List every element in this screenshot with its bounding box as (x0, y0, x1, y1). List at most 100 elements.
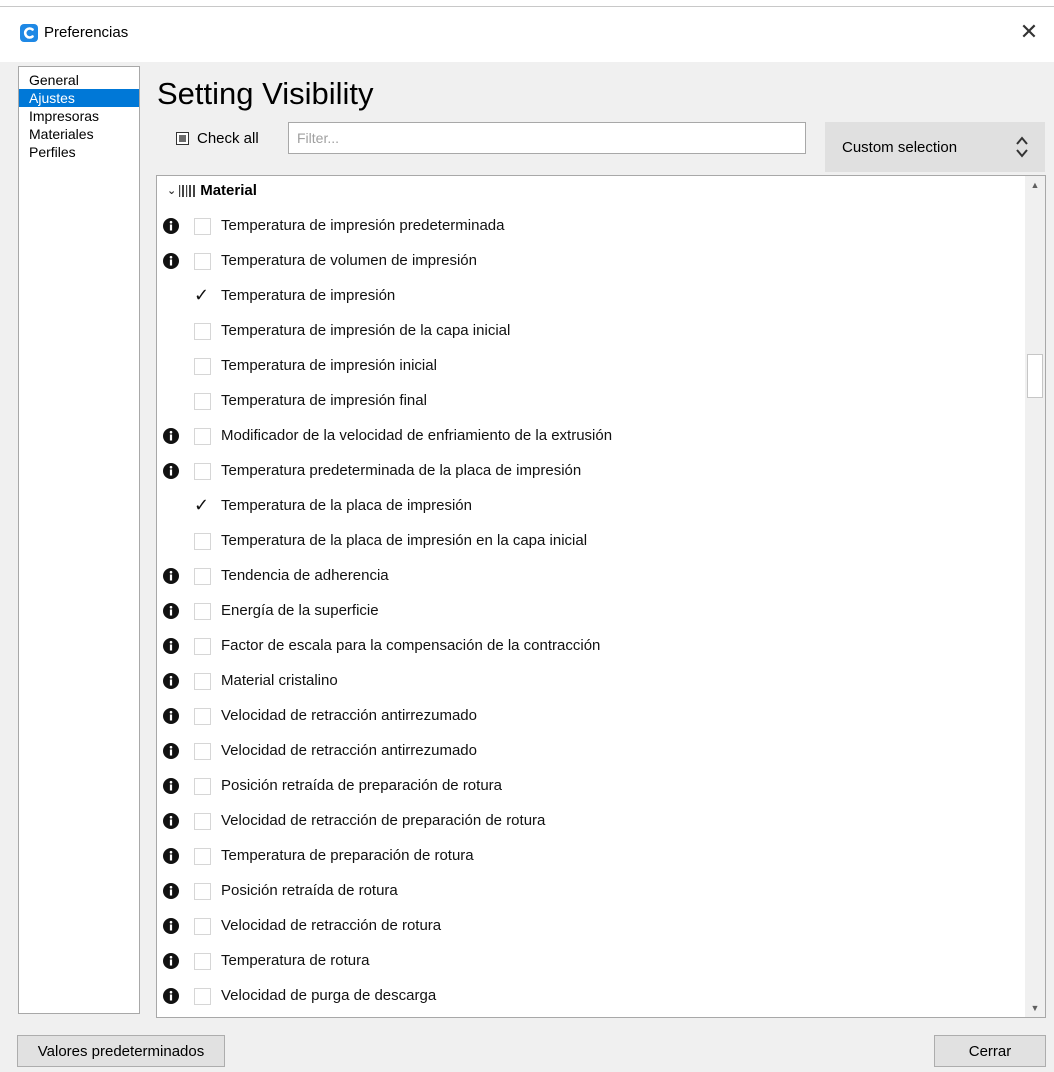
close-button[interactable]: Cerrar (934, 1035, 1046, 1067)
setting-label: Temperatura de preparación de rotura (221, 847, 474, 864)
sidebar-item-general[interactable]: General (19, 71, 139, 89)
sidebar-item-perfiles[interactable]: Perfiles (19, 143, 139, 161)
setting-row[interactable]: Temperatura de impresión final (157, 383, 1025, 418)
info-icon[interactable] (163, 848, 179, 864)
setting-visibility-checkbox[interactable] (194, 883, 211, 900)
setting-visibility-checkbox[interactable] (194, 603, 211, 620)
setting-visibility-checkbox[interactable] (194, 463, 211, 480)
info-icon[interactable] (163, 778, 179, 794)
info-icon[interactable] (163, 813, 179, 829)
setting-label: Temperatura de volumen de impresión (221, 252, 477, 269)
setting-label: Velocidad de retracción de preparación d… (221, 812, 546, 829)
setting-label: Factor de escala para la compensación de… (221, 637, 601, 654)
setting-visibility-checkbox[interactable] (194, 988, 211, 1005)
info-icon[interactable] (163, 638, 179, 654)
setting-label: Material cristalino (221, 672, 338, 689)
info-icon[interactable] (163, 883, 179, 899)
setting-visibility-checkbox[interactable] (194, 323, 211, 340)
setting-row[interactable]: Factor de escala para la compensación de… (157, 628, 1025, 663)
scroll-down-arrow-icon[interactable]: ▼ (1025, 999, 1045, 1017)
title-bar: Preferencias ✕ (0, 0, 1054, 62)
chevron-updown-icon (1016, 136, 1028, 158)
setting-row[interactable]: Velocidad de purga de descarga (157, 978, 1025, 1013)
setting-row[interactable]: Posición retraída de rotura (157, 873, 1025, 908)
info-icon[interactable] (163, 953, 179, 969)
info-icon[interactable] (163, 253, 179, 269)
setting-label: Temperatura de impresión inicial (221, 357, 437, 374)
setting-row[interactable]: Temperatura de rotura (157, 943, 1025, 978)
setting-visibility-checkbox[interactable] (194, 495, 211, 516)
setting-row[interactable]: Posición retraída de preparación de rotu… (157, 768, 1025, 803)
info-icon[interactable] (163, 603, 179, 619)
setting-row[interactable]: Material cristalino (157, 663, 1025, 698)
setting-row[interactable]: Temperatura de impresión predeterminada (157, 208, 1025, 243)
vertical-scrollbar[interactable]: ▲ ▼ (1025, 176, 1045, 1017)
setting-row[interactable]: Energía de la superficie (157, 593, 1025, 628)
info-icon[interactable] (163, 428, 179, 444)
reset-defaults-button[interactable]: Valores predeterminados (17, 1035, 225, 1067)
visibility-preset-select[interactable]: Custom selection (825, 122, 1045, 172)
setting-visibility-checkbox[interactable] (194, 428, 211, 445)
info-icon[interactable] (163, 673, 179, 689)
close-window-button[interactable]: ✕ (1014, 18, 1044, 46)
setting-visibility-checkbox[interactable] (194, 673, 211, 690)
setting-label: Temperatura de impresión predeterminada (221, 217, 505, 234)
page-title: Setting Visibility (157, 76, 374, 111)
sidebar-item-ajustes[interactable]: Ajustes (19, 89, 139, 107)
setting-row[interactable]: Temperatura de preparación de rotura (157, 838, 1025, 873)
window-title: Preferencias (44, 24, 129, 41)
scroll-thumb[interactable] (1027, 354, 1043, 398)
setting-label: Temperatura de rotura (221, 952, 370, 969)
setting-row[interactable]: Velocidad de retracción antirrezumado (157, 698, 1025, 733)
sidebar-item-materiales[interactable]: Materiales (19, 125, 139, 143)
setting-label: Temperatura de la placa de impresión en … (221, 532, 588, 549)
setting-label: Temperatura de impresión de la capa inic… (221, 322, 511, 339)
setting-visibility-checkbox[interactable] (194, 953, 211, 970)
setting-row[interactable]: Temperatura de impresión de la capa inic… (157, 313, 1025, 348)
info-icon[interactable] (163, 743, 179, 759)
category-header-material[interactable]: ⌄ Material (167, 182, 257, 199)
setting-visibility-checkbox[interactable] (194, 813, 211, 830)
setting-visibility-checkbox[interactable] (194, 253, 211, 270)
setting-row[interactable]: Temperatura de la placa de impresión (157, 488, 1025, 523)
sidebar-item-impresoras[interactable]: Impresoras (19, 107, 139, 125)
setting-row[interactable]: Velocidad de retracción antirrezumado (157, 733, 1025, 768)
setting-row[interactable]: Temperatura de volumen de impresión (157, 243, 1025, 278)
check-all-toggle[interactable]: Check all (176, 128, 259, 148)
filter-input[interactable] (288, 122, 806, 154)
setting-label: Posición retraída de rotura (221, 882, 398, 899)
setting-row[interactable]: Velocidad de retracción de preparación d… (157, 803, 1025, 838)
setting-visibility-checkbox[interactable] (194, 778, 211, 795)
setting-row[interactable]: Temperatura de la placa de impresión en … (157, 523, 1025, 558)
setting-visibility-checkbox[interactable] (194, 533, 211, 550)
setting-visibility-checkbox[interactable] (194, 568, 211, 585)
setting-visibility-checkbox[interactable] (194, 848, 211, 865)
setting-visibility-checkbox[interactable] (194, 918, 211, 935)
setting-row[interactable]: Temperatura predeterminada de la placa d… (157, 453, 1025, 488)
setting-row[interactable]: Modificador de la velocidad de enfriamie… (157, 418, 1025, 453)
setting-row[interactable]: Velocidad de retracción de rotura (157, 908, 1025, 943)
info-icon[interactable] (163, 568, 179, 584)
info-icon[interactable] (163, 988, 179, 1004)
visibility-preset-label: Custom selection (842, 139, 958, 156)
setting-visibility-checkbox[interactable] (194, 708, 211, 725)
setting-label: Tendencia de adherencia (221, 567, 389, 584)
setting-visibility-checkbox[interactable] (194, 218, 211, 235)
setting-row[interactable]: Temperatura de impresión inicial (157, 348, 1025, 383)
setting-visibility-checkbox[interactable] (194, 358, 211, 375)
info-icon[interactable] (163, 218, 179, 234)
setting-visibility-checkbox[interactable] (194, 638, 211, 655)
info-icon[interactable] (163, 918, 179, 934)
chevron-down-icon[interactable]: ⌄ (167, 184, 176, 197)
setting-row[interactable]: Temperatura de impresión (157, 278, 1025, 313)
scroll-up-arrow-icon[interactable]: ▲ (1025, 176, 1045, 194)
setting-visibility-checkbox[interactable] (194, 393, 211, 410)
setting-label: Temperatura predeterminada de la placa d… (221, 462, 582, 479)
setting-visibility-checkbox[interactable] (194, 285, 211, 306)
info-icon[interactable] (163, 708, 179, 724)
setting-visibility-checkbox[interactable] (194, 743, 211, 760)
check-all-checkbox[interactable] (176, 131, 189, 145)
title-bar-border (0, 6, 1054, 7)
setting-row[interactable]: Tendencia de adherencia (157, 558, 1025, 593)
info-icon[interactable] (163, 463, 179, 479)
